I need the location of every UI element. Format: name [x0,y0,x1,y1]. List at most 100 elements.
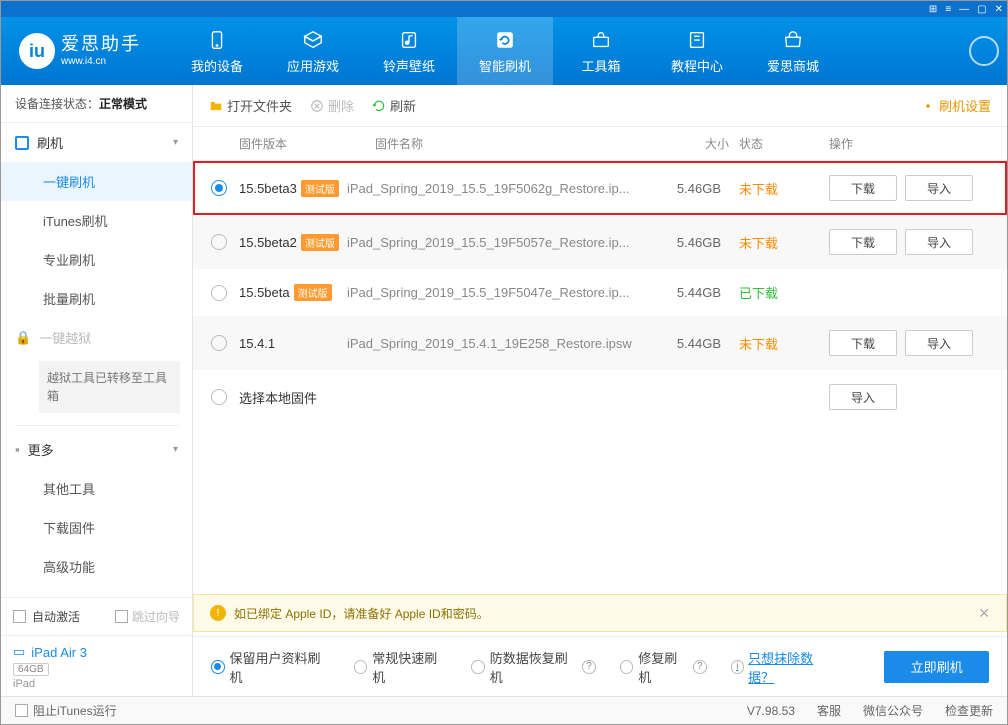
fw-import-button[interactable]: 导入 [905,330,973,356]
toolbox-icon [589,28,613,52]
lock-icon: 🔒 [15,330,31,346]
fw-download-button[interactable]: 下载 [829,330,897,356]
fw-version: 15.5beta3测试版 [239,180,347,197]
status-label: 设备连接状态： [15,97,99,111]
titlebar-list-icon[interactable]: ≡ [945,4,951,15]
firmware-list: 15.5beta3测试版iPad_Spring_2019_15.5_19F506… [193,161,1007,424]
content-area: 打开文件夹 删除 刷新 刷机设置 固件版本 固件名称 大小 状态 操作 [193,85,1007,696]
toolbar: 打开文件夹 删除 刷新 刷机设置 [193,85,1007,127]
help-icon[interactable]: ? [693,660,707,674]
device-capacity: 64GB [13,663,49,676]
sidebar-item-one-key-flash[interactable]: 一键刷机 [1,162,192,201]
music-icon [397,28,421,52]
fw-download-button[interactable]: 下载 [829,229,897,255]
fw-import-button[interactable]: 导入 [905,175,973,201]
sidebar-item-pro-flash[interactable]: 专业刷机 [1,240,192,279]
firmware-radio[interactable] [211,335,227,351]
device-status: 设备连接状态：正常模式 [1,85,192,123]
col-version: 固件版本 [239,135,375,152]
flash-option[interactable]: 修复刷机? [620,648,707,686]
refresh-button[interactable]: 刷新 [372,96,416,115]
titlebar-grid-icon[interactable]: ⊞ [929,4,937,15]
open-folder-button[interactable]: 打开文件夹 [209,96,292,115]
skip-guide-checkbox[interactable] [115,610,128,623]
footer-link-update[interactable]: 检查更新 [945,702,993,719]
sidebar-item-batch-flash[interactable]: 批量刷机 [1,279,192,318]
delete-button: 删除 [310,96,354,115]
firmware-radio[interactable] [211,234,227,250]
fw-size: 5.46GB [659,235,739,250]
flash-option[interactable]: 常规快速刷机 [354,648,448,686]
download-manager-button[interactable] [969,36,999,66]
sidebar-head-flash[interactable]: 刷机 ▾ [1,123,192,162]
nav-book[interactable]: 教程中心 [649,17,745,85]
fw-import-button[interactable]: 导入 [829,384,897,410]
nav-phone[interactable]: 我的设备 [169,17,265,85]
nav-shop[interactable]: 爱思商城 [745,17,841,85]
fw-status: 未下载 [739,179,829,198]
sidebar-item-advanced[interactable]: 高级功能 [1,547,192,586]
firmware-radio[interactable] [211,285,227,301]
device-panel[interactable]: ▭iPad Air 3 64GB iPad [1,635,192,696]
fw-download-button[interactable]: 下载 [829,175,897,201]
flash-now-button[interactable]: 立即刷机 [884,651,989,683]
device-name: iPad Air 3 [31,645,87,660]
firmware-row[interactable]: 15.5beta3测试版iPad_Spring_2019_15.5_19F506… [193,161,1007,215]
gear-icon [921,99,935,113]
fw-actions: 导入 [829,384,989,410]
footer-link-support[interactable]: 客服 [817,702,841,719]
delete-icon [310,99,324,113]
firmware-radio[interactable] [211,180,227,196]
refresh-icon [493,28,517,52]
beta-tag: 测试版 [301,234,339,251]
close-warning-icon[interactable]: ✕ [978,605,990,622]
flash-option[interactable]: 保留用户资料刷机 [211,648,330,686]
fw-import-button[interactable]: 导入 [905,229,973,255]
status-bar: 阻止iTunes运行 V7.98.53 客服 微信公众号 检查更新 [1,696,1007,724]
firmware-row[interactable]: 15.5beta2测试版iPad_Spring_2019_15.5_19F505… [193,215,1007,269]
jailbreak-label: 一键越狱 [39,328,91,347]
app-header: iu 爱思助手 www.i4.cn 我的设备应用游戏铃声壁纸智能刷机工具箱教程中… [1,17,1007,85]
flash-settings-button[interactable]: 刷机设置 [921,96,991,115]
radio-icon [354,660,368,674]
titlebar-min-icon[interactable]: — [959,4,969,15]
info-icon: i [731,660,745,674]
help-icon[interactable]: ? [582,660,596,674]
block-itunes-label: 阻止iTunes运行 [33,702,117,719]
firmware-row[interactable]: 15.5beta测试版iPad_Spring_2019_15.5_19F5047… [193,269,1007,316]
flash-icon [15,136,29,150]
radio-icon [620,660,634,674]
firmware-table-header: 固件版本 固件名称 大小 状态 操作 [193,127,1007,161]
nav-refresh[interactable]: 智能刷机 [457,17,553,85]
beta-tag: 测试版 [294,284,332,301]
sidebar-head-more[interactable]: ▪ 更多 ▾ [1,430,192,469]
firmware-radio[interactable] [211,389,227,405]
nav-toolbox[interactable]: 工具箱 [553,17,649,85]
apple-id-warning: ! 如已绑定 Apple ID，请准备好 Apple ID和密码。 ✕ [193,594,1007,632]
fw-filename: iPad_Spring_2019_15.5_19F5057e_Restore.i… [347,235,659,250]
app-logo: iu 爱思助手 www.i4.cn [19,33,141,69]
sidebar-item-download-fw[interactable]: 下载固件 [1,508,192,547]
flash-option[interactable]: 防数据恢复刷机? [471,648,595,686]
auto-activate-checkbox[interactable] [13,610,26,623]
refresh-icon [372,99,386,113]
firmware-row[interactable]: 选择本地固件导入 [193,370,1007,424]
window-titlebar: ⊞ ≡ — ▢ ✕ [1,1,1007,17]
radio-icon [211,660,225,674]
nav-apps[interactable]: 应用游戏 [265,17,361,85]
titlebar-max-icon[interactable]: ▢ [977,4,986,15]
flash-head-label: 刷机 [37,133,63,152]
apps-icon [301,28,325,52]
flash-option-bar: 保留用户资料刷机常规快速刷机防数据恢复刷机? 修复刷机? i 只想抹除数据？ 立即… [193,636,1007,696]
block-itunes-checkbox[interactable] [15,704,28,717]
firmware-row[interactable]: 15.4.1iPad_Spring_2019_15.4.1_19E258_Res… [193,316,1007,370]
sidebar-head-jailbreak: 🔒 一键越狱 [1,318,192,357]
grid-icon: ▪ [15,442,20,457]
more-head-label: 更多 [28,440,54,459]
sidebar-item-other-tools[interactable]: 其他工具 [1,469,192,508]
sidebar-item-itunes-flash[interactable]: iTunes刷机 [1,201,192,240]
nav-music[interactable]: 铃声壁纸 [361,17,457,85]
footer-link-wechat[interactable]: 微信公众号 [863,702,923,719]
titlebar-close-icon[interactable]: ✕ [995,4,1003,15]
erase-data-link[interactable]: i 只想抹除数据？ [731,648,837,686]
